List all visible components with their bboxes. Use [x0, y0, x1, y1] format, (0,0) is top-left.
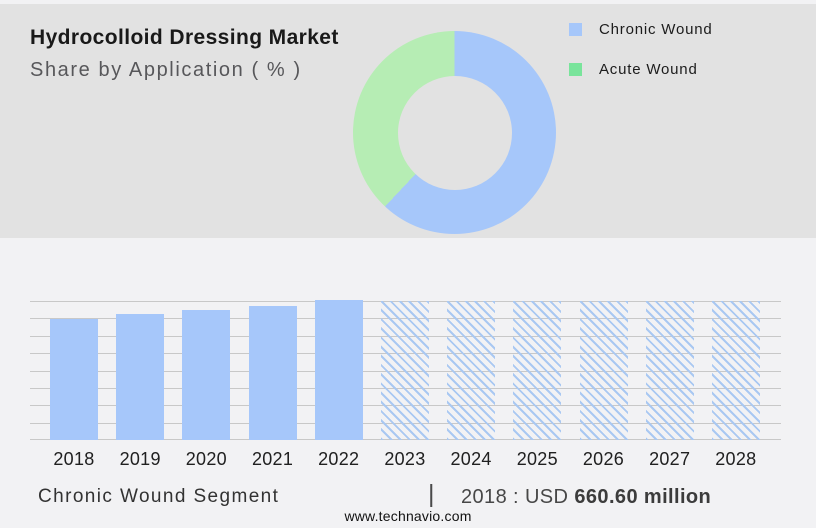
x-axis-label-2021: 2021	[251, 449, 294, 469]
stat-separator: |	[428, 480, 435, 508]
page-title: Hydrocolloid Dressing Market	[30, 26, 339, 49]
stat-value: 660.60 million	[574, 486, 712, 508]
bar-2018	[50, 318, 98, 440]
x-axis-label-2028: 2028	[715, 449, 757, 469]
bar-2022	[314, 299, 363, 440]
x-axis-label-2027: 2027	[649, 449, 691, 469]
x-axis-label-2024: 2024	[450, 449, 492, 469]
legend-item-chronic-wound: Chronic Wound	[569, 17, 713, 41]
x-axis-label-2020: 2020	[185, 449, 227, 469]
x-axis-label-2026: 2026	[582, 449, 625, 469]
legend-label-acute-wound: Acute Wound	[599, 60, 698, 78]
legend: Chronic Wound Acute Wound	[569, 17, 713, 97]
legend-label-chronic-wound: Chronic Wound	[599, 20, 713, 38]
x-axis-label-2023: 2023	[384, 449, 426, 469]
x-axis-label-2018: 2018	[53, 449, 95, 469]
x-axis-label-2022: 2022	[318, 449, 360, 469]
bar-2025-forecast	[513, 301, 562, 440]
bar-2019	[116, 314, 165, 440]
title-block: Hydrocolloid Dressing Market Share by Ap…	[30, 26, 339, 82]
top-panel: Hydrocolloid Dressing Market Share by Ap…	[0, 4, 816, 238]
bar-2020	[182, 310, 231, 440]
bar-2023-forecast	[380, 301, 429, 440]
bar-chart: 2018 2019 2020 2021 2022 2023 2024 2025 2026 2027…	[30, 299, 781, 469]
x-axis-label-2025: 2025	[516, 449, 558, 469]
page-background: Hydrocolloid Dressing Market Share by Ap…	[0, 0, 816, 528]
x-axis-label-2019: 2019	[119, 449, 161, 469]
bar-2028-forecast	[711, 301, 760, 440]
bar-2027-forecast	[645, 301, 694, 440]
bar-2021	[248, 306, 297, 440]
segment-label: Chronic Wound Segment	[38, 486, 280, 507]
x-axis-labels: 2018 2019 2020 2021 2022 2023 2024 2025 2026 2027…	[50, 449, 760, 470]
legend-swatch-acute-wound-icon	[569, 62, 582, 76]
bars-row	[50, 299, 760, 440]
website-text: www.technavio.com	[344, 508, 472, 524]
bar-2024-forecast	[447, 301, 496, 440]
legend-item-acute-wound: Acute Wound	[569, 57, 713, 81]
page-subtitle: Share by Application ( % )	[30, 59, 302, 81]
stat-prefix: 2018 : USD	[461, 486, 569, 508]
legend-swatch-chronic-wound-icon	[569, 22, 582, 36]
bar-2026-forecast	[579, 301, 628, 440]
stat-line: 2018 : USD 660.60 million	[461, 486, 711, 509]
donut-hole	[397, 75, 512, 190]
donut-chart	[353, 31, 556, 234]
